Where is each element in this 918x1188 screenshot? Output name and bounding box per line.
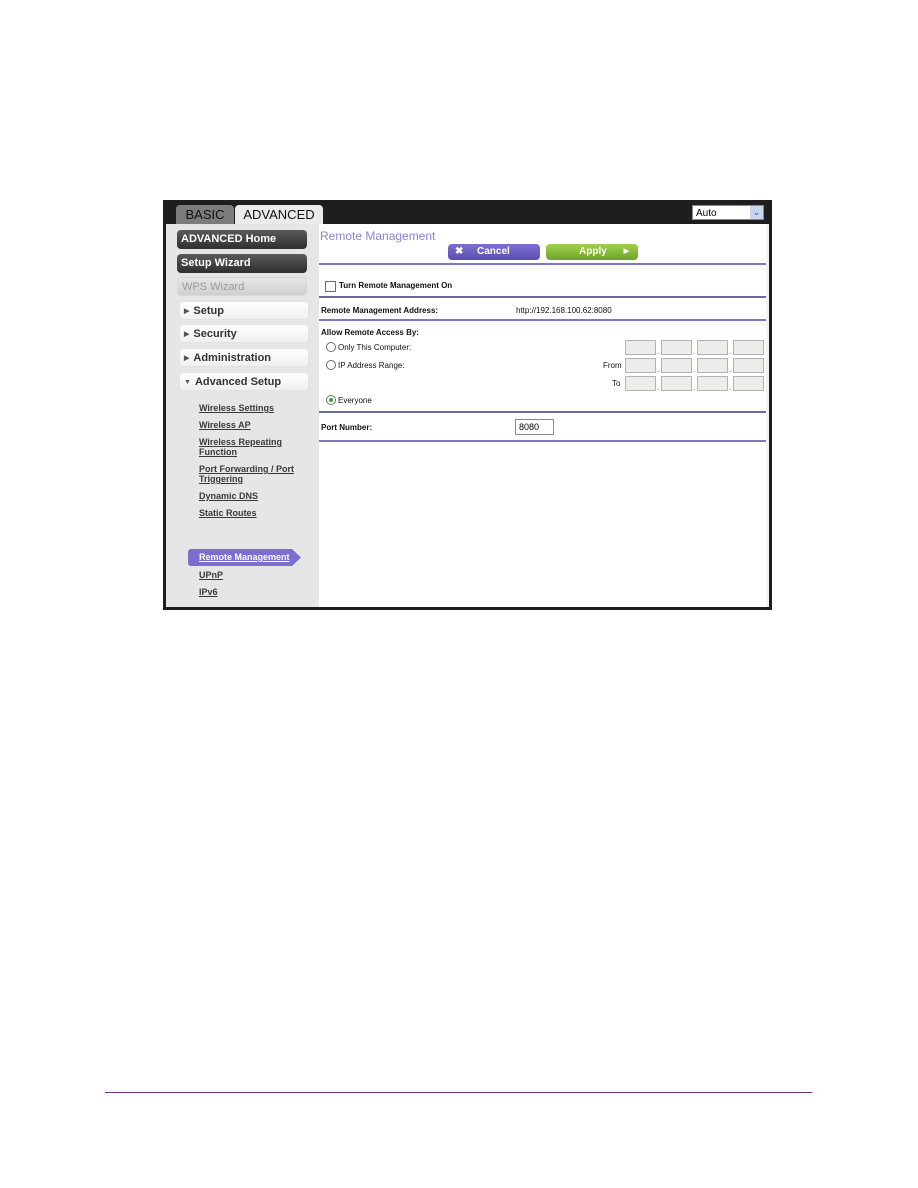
sidebar-section-advanced-setup[interactable]: ▼ Advanced Setup (179, 372, 309, 391)
ip-dot: . (693, 347, 696, 356)
sidebar-section-label: Security (193, 328, 237, 340)
from-label: From (603, 361, 622, 370)
chevron-down-icon[interactable]: ⌄ (750, 206, 763, 219)
cancel-button[interactable]: ✖ Cancel (448, 244, 540, 260)
ip-octet-input[interactable] (697, 340, 728, 355)
sidebar-section-administration[interactable]: ▶ Administration (179, 348, 309, 367)
port-number-input[interactable]: 8080 (515, 419, 554, 435)
router-admin-window: BASIC ADVANCED Auto ⌄ ADVANCED Home Setu… (163, 200, 772, 610)
sidebar-link-ipv6[interactable]: IPv6 (199, 587, 309, 597)
turn-on-label: Turn Remote Management On (339, 281, 453, 290)
caret-right-icon: ▶ (623, 248, 629, 255)
ip-dot: . (657, 365, 660, 374)
ip-octet-input[interactable] (625, 340, 656, 355)
page-title: Remote Management (320, 229, 436, 243)
ip-dot: . (729, 365, 732, 374)
option-label: Everyone (338, 396, 372, 405)
sidebar-item-wps-wizard: WPS Wizard (177, 277, 307, 296)
caret-right-icon: ▶ (184, 331, 190, 338)
divider (319, 263, 766, 265)
ip-dot: . (729, 383, 732, 392)
ip-from-octet-input[interactable] (733, 358, 764, 373)
address-value: http://192.168.100.62:8080 (516, 306, 612, 315)
radio-everyone[interactable] (326, 395, 336, 405)
top-bar: BASIC ADVANCED Auto ⌄ (163, 200, 772, 224)
ip-from-octet-input[interactable] (697, 358, 728, 373)
close-icon: ✖ (455, 246, 464, 257)
main-panel: Remote Management ✖ Cancel Apply ▶ Turn … (319, 224, 769, 607)
caret-right-icon: ▶ (184, 355, 190, 362)
to-label: To (612, 379, 621, 388)
ip-to-octet-input[interactable] (625, 376, 656, 391)
apply-button-label: Apply (579, 246, 607, 257)
sidebar-link-wireless-ap[interactable]: Wireless AP (199, 420, 309, 430)
sidebar-link-static-routes[interactable]: Static Routes (199, 508, 309, 518)
sidebar-link-wireless-repeating[interactable]: Wireless Repeating Function (199, 437, 289, 457)
ip-dot: . (729, 347, 732, 356)
ip-from-octet-input[interactable] (661, 358, 692, 373)
cancel-button-label: Cancel (477, 246, 510, 257)
sidebar-section-label: Administration (193, 352, 272, 364)
sidebar-section-label: Advanced Setup (194, 376, 282, 388)
ip-dot: . (657, 383, 660, 392)
divider (319, 411, 766, 413)
ip-to-octet-input[interactable] (733, 376, 764, 391)
page-footer-rule (105, 1092, 812, 1093)
ip-dot: . (693, 365, 696, 374)
sidebar-link-remote-management[interactable]: Remote Management (188, 549, 301, 566)
sidebar-link-wireless-settings[interactable]: Wireless Settings (199, 403, 309, 413)
language-select-value: Auto (696, 208, 717, 219)
sidebar-link-port-forwarding[interactable]: Port Forwarding / Port Triggering (199, 464, 299, 484)
allow-access-label: Allow Remote Access By: (321, 328, 419, 337)
tab-advanced[interactable]: ADVANCED (235, 205, 323, 224)
caret-down-icon: ▼ (184, 379, 191, 386)
ip-dot: . (657, 347, 660, 356)
scrollbar-track[interactable] (766, 224, 769, 607)
ip-to-octet-input[interactable] (697, 376, 728, 391)
sidebar-item-setup-wizard[interactable]: Setup Wizard (177, 254, 307, 273)
address-label: Remote Management Address: (321, 306, 439, 315)
divider (319, 296, 766, 298)
caret-right-icon: ▶ (184, 308, 190, 315)
ip-to-octet-input[interactable] (661, 376, 692, 391)
radio-ip-range[interactable] (326, 360, 336, 370)
sidebar-section-security[interactable]: ▶ Security (179, 324, 309, 343)
ip-from-octet-input[interactable] (625, 358, 656, 373)
tab-basic[interactable]: BASIC (176, 205, 234, 224)
sidebar: ADVANCED Home Setup Wizard WPS Wizard ▶ S… (166, 224, 319, 607)
sidebar-section-label: Setup (193, 305, 224, 317)
radio-only-this-computer[interactable] (326, 342, 336, 352)
apply-button[interactable]: Apply ▶ (546, 244, 638, 260)
language-select[interactable]: Auto ⌄ (692, 205, 764, 220)
sidebar-section-setup[interactable]: ▶ Setup (179, 301, 309, 320)
option-label: Only This Computer: (338, 343, 412, 352)
sidebar-link-dynamic-dns[interactable]: Dynamic DNS (199, 491, 309, 501)
ip-dot: . (693, 383, 696, 392)
ip-octet-input[interactable] (661, 340, 692, 355)
option-label: IP Address Range: (338, 361, 405, 370)
sidebar-link-upnp[interactable]: UPnP (199, 570, 309, 580)
sidebar-item-advanced-home[interactable]: ADVANCED Home (177, 230, 307, 249)
turn-on-checkbox[interactable] (325, 281, 336, 292)
divider (319, 319, 766, 321)
ip-octet-input[interactable] (733, 340, 764, 355)
port-number-label: Port Number: (321, 423, 373, 432)
divider (319, 440, 766, 442)
